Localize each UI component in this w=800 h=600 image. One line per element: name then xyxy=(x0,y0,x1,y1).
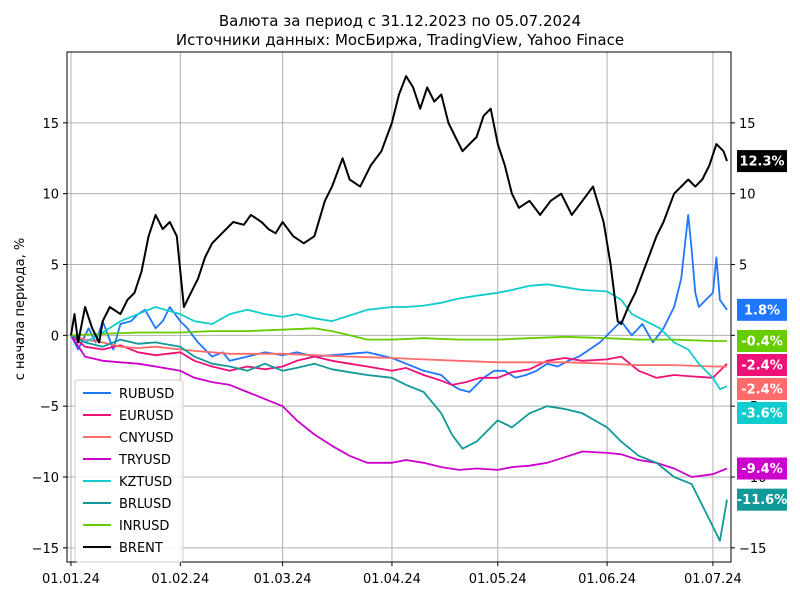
legend-label: RUBUSD xyxy=(119,387,174,402)
x-tick-label: 01.04.24 xyxy=(363,572,421,587)
end-badge-label: -2.4% xyxy=(741,383,782,398)
y-axis-label: с начала периода, % xyxy=(13,238,28,381)
y-tick-label-right: 10 xyxy=(739,188,756,203)
legend-label: KZTUSD xyxy=(119,475,172,490)
legend-label: CNYUSD xyxy=(119,431,174,446)
y-tick-label-right: −15 xyxy=(739,542,766,557)
chart: Валюта за период с 31.12.2023 по 05.07.2… xyxy=(0,0,800,600)
legend: RUBUSD EURUSD CNYUSD TRYUSD KZTUSD BRLUSD INRU… xyxy=(74,379,184,563)
end-badge-label: -11.6% xyxy=(737,493,788,508)
legend-label: TRYUSD xyxy=(118,453,171,468)
y-tick-label-left: −15 xyxy=(32,542,59,557)
legend-box xyxy=(74,379,184,563)
chart-subtitle: Источники данных: МосБиржа, TradingView,… xyxy=(176,31,624,49)
x-tick-label: 01.03.24 xyxy=(254,572,312,587)
legend-label: BRENT xyxy=(119,541,163,556)
y-tick-label-left: 0 xyxy=(51,329,59,344)
y-tick-label-left: −10 xyxy=(32,471,59,486)
y-tick-label-left: 10 xyxy=(42,188,59,203)
y-tick-label-right: 15 xyxy=(739,117,756,132)
end-badge-label: -3.6% xyxy=(741,407,782,422)
end-badge-label: -2.4% xyxy=(741,359,782,374)
legend-label: EURUSD xyxy=(119,409,174,424)
x-tick-label: 01.07.24 xyxy=(684,572,742,587)
end-badge-label: -0.4% xyxy=(741,335,782,350)
y-tick-label-right: 5 xyxy=(739,259,747,274)
y-tick-label-left: 15 xyxy=(42,117,59,132)
legend-label: INRUSD xyxy=(119,519,169,534)
x-tick-label: 01.02.24 xyxy=(151,572,209,587)
y-tick-label-left: −5 xyxy=(40,400,59,415)
x-tick-label: 01.01.24 xyxy=(42,572,100,587)
x-tick-label: 01.06.24 xyxy=(578,572,636,587)
x-tick-label: 01.05.24 xyxy=(469,572,527,587)
chart-title: Валюта за период с 31.12.2023 по 05.07.2… xyxy=(219,12,581,30)
end-badge-label: 12.3% xyxy=(739,155,784,170)
y-tick-label-left: 5 xyxy=(51,259,59,274)
end-badge-label: 1.8% xyxy=(744,303,780,318)
end-badge-label: -9.4% xyxy=(741,462,782,477)
legend-label: BRLUSD xyxy=(119,497,171,512)
